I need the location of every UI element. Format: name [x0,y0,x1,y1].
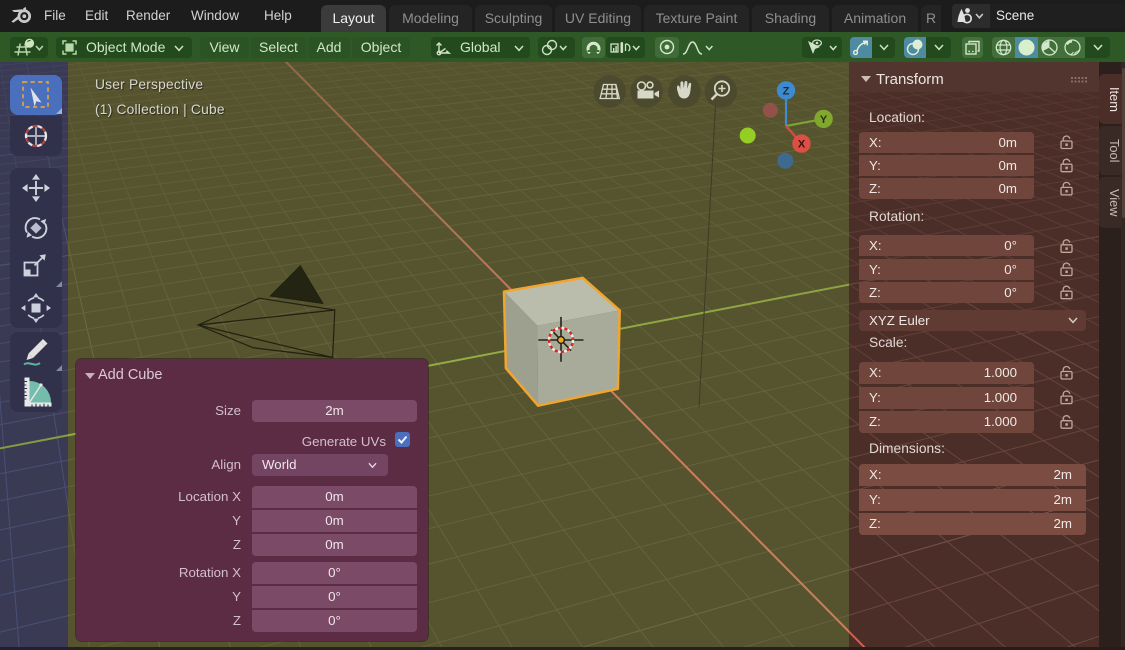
svg-text:Z: Z [783,85,790,97]
svg-text:Y: Y [820,114,828,126]
svg-text:X: X [798,139,806,151]
